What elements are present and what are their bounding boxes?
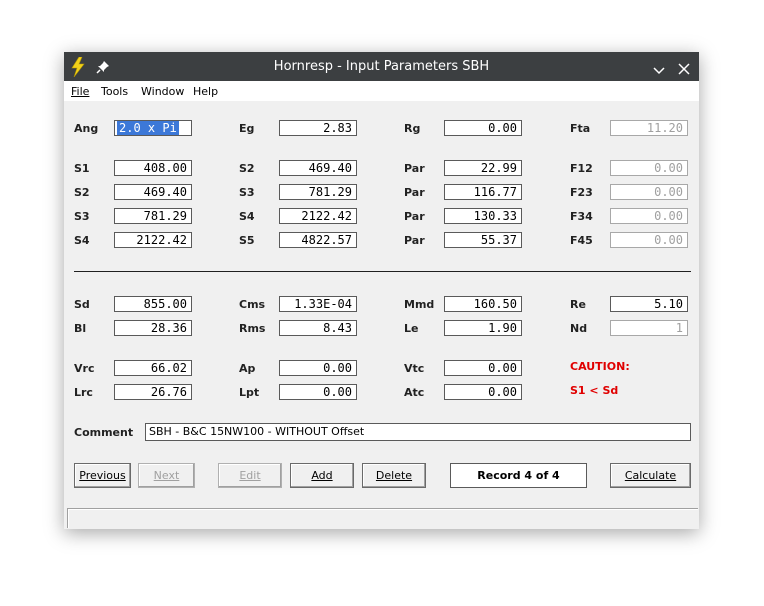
- comment-field[interactable]: SBH - B&C 15NW100 - WITHOUT Offset: [145, 423, 691, 441]
- record-indicator: Record 4 of 4: [450, 463, 587, 488]
- close-icon[interactable]: [678, 60, 690, 79]
- label-s4: S4: [74, 234, 90, 247]
- label-ap: Ap: [239, 362, 256, 375]
- label-rg: Rg: [404, 122, 421, 135]
- label-f12: F12: [570, 162, 593, 175]
- field-ang[interactable]: 2.0 x Pi: [114, 120, 192, 136]
- field-s1[interactable]: 408.00: [114, 160, 192, 176]
- field-vtc[interactable]: 0.00: [444, 360, 522, 376]
- delete-button[interactable]: Delete: [362, 463, 426, 488]
- title-bar: Hornresp - Input Parameters SBH: [64, 52, 699, 81]
- field-par[interactable]: 130.33: [444, 208, 522, 224]
- label-lpt: Lpt: [239, 386, 260, 399]
- label-ang: Ang: [74, 122, 99, 135]
- label-par: Par: [404, 186, 425, 199]
- field-s2[interactable]: 469.40: [114, 184, 192, 200]
- field-s3[interactable]: 781.29: [114, 208, 192, 224]
- label-atc: Atc: [404, 386, 425, 399]
- field-s2[interactable]: 469.40: [279, 160, 357, 176]
- hornresp-window: Hornresp - Input Parameters SBH File Too…: [64, 52, 699, 529]
- label-par: Par: [404, 162, 425, 175]
- field-lpt[interactable]: 0.00: [279, 384, 357, 400]
- field-f34[interactable]: 0.00: [610, 208, 688, 224]
- edit-label: Edit: [239, 469, 261, 482]
- label-lrc: Lrc: [74, 386, 93, 399]
- field-le[interactable]: 1.90: [444, 320, 522, 336]
- label-vtc: Vtc: [404, 362, 425, 375]
- menu-help[interactable]: Help: [193, 85, 218, 98]
- caution-title: CAUTION:: [570, 360, 630, 373]
- label-s4: S4: [239, 210, 255, 223]
- field-sd[interactable]: 855.00: [114, 296, 192, 312]
- field-par[interactable]: 22.99: [444, 160, 522, 176]
- field-bl[interactable]: 28.36: [114, 320, 192, 336]
- previous-button[interactable]: Previous: [74, 463, 131, 488]
- field-cms[interactable]: 1.33E-04: [279, 296, 357, 312]
- field-eg[interactable]: 2.83: [279, 120, 357, 136]
- field-f23[interactable]: 0.00: [610, 184, 688, 200]
- chevron-down-icon[interactable]: [653, 61, 665, 80]
- menu-window[interactable]: Window: [141, 85, 184, 98]
- field-par[interactable]: 116.77: [444, 184, 522, 200]
- menu-file[interactable]: File: [71, 85, 89, 98]
- calculate-button[interactable]: Calculate: [610, 463, 691, 488]
- caution-message: S1 < Sd: [570, 384, 619, 397]
- next-button[interactable]: Next: [138, 463, 195, 488]
- add-label: Add: [311, 469, 333, 482]
- field-fta[interactable]: 11.20: [610, 120, 688, 136]
- field-lrc[interactable]: 26.76: [114, 384, 192, 400]
- label-fta: Fta: [570, 122, 591, 135]
- label-re: Re: [570, 298, 586, 311]
- label-bl: Bl: [74, 322, 87, 335]
- label-s3: S3: [74, 210, 90, 223]
- field-rms[interactable]: 8.43: [279, 320, 357, 336]
- section-divider: [74, 271, 691, 272]
- label-s2: S2: [74, 186, 90, 199]
- label-cms: Cms: [239, 298, 266, 311]
- label-s3: S3: [239, 186, 255, 199]
- label-f45: F45: [570, 234, 593, 247]
- previous-label: Previous: [79, 469, 126, 482]
- comment-label: Comment: [74, 426, 134, 439]
- label-sd: Sd: [74, 298, 90, 311]
- window-title: Hornresp - Input Parameters SBH: [273, 59, 490, 74]
- label-eg: Eg: [239, 122, 255, 135]
- label-mmd: Mmd: [404, 298, 435, 311]
- field-par[interactable]: 55.37: [444, 232, 522, 248]
- field-re[interactable]: 5.10: [610, 296, 688, 312]
- label-f23: F23: [570, 186, 593, 199]
- field-s4[interactable]: 2122.42: [114, 232, 192, 248]
- field-f45[interactable]: 0.00: [610, 232, 688, 248]
- field-rg[interactable]: 0.00: [444, 120, 522, 136]
- field-nd[interactable]: 1: [610, 320, 688, 336]
- status-bar: [67, 508, 698, 528]
- field-ap[interactable]: 0.00: [279, 360, 357, 376]
- field-s4[interactable]: 2122.42: [279, 208, 357, 224]
- field-atc[interactable]: 0.00: [444, 384, 522, 400]
- edit-button[interactable]: Edit: [218, 463, 282, 488]
- label-par: Par: [404, 210, 425, 223]
- delete-label: Delete: [375, 469, 413, 482]
- label-par: Par: [404, 234, 425, 247]
- label-le: Le: [404, 322, 419, 335]
- selected-text: 2.0 x Pi: [117, 121, 179, 135]
- field-f12[interactable]: 0.00: [610, 160, 688, 176]
- field-s3[interactable]: 781.29: [279, 184, 357, 200]
- add-button[interactable]: Add: [290, 463, 354, 488]
- next-label: Next: [153, 469, 180, 482]
- menu-tools[interactable]: Tools: [101, 85, 128, 98]
- menu-bar: File Tools Window Help: [64, 81, 699, 101]
- field-vrc[interactable]: 66.02: [114, 360, 192, 376]
- label-rms: Rms: [239, 322, 266, 335]
- label-vrc: Vrc: [74, 362, 95, 375]
- label-s5: S5: [239, 234, 255, 247]
- label-s1: S1: [74, 162, 90, 175]
- label-f34: F34: [570, 210, 593, 223]
- field-s5[interactable]: 4822.57: [279, 232, 357, 248]
- calculate-label: Calculate: [624, 469, 677, 482]
- label-nd: Nd: [570, 322, 588, 335]
- field-mmd[interactable]: 160.50: [444, 296, 522, 312]
- label-s2: S2: [239, 162, 255, 175]
